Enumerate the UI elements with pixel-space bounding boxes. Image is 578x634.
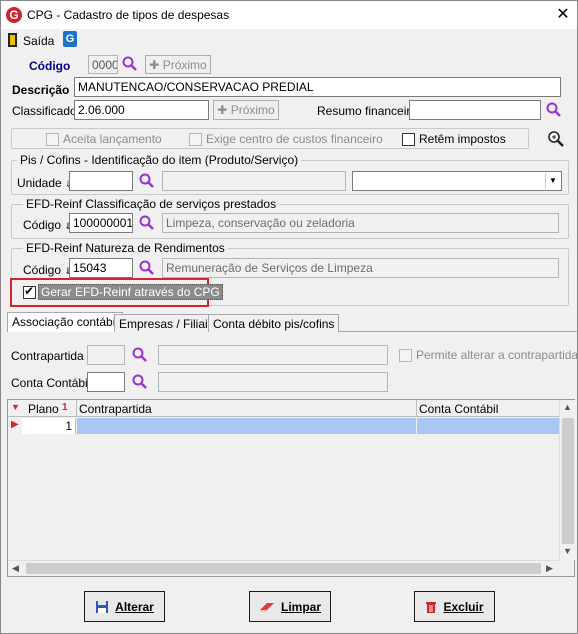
retem-checkbox[interactable] [402,133,415,146]
limpar-button[interactable]: Limpar [249,591,331,622]
codigo-input[interactable]: 00007 [88,55,118,74]
proximo2-button[interactable]: ✚ Próximo [213,100,279,120]
close-icon[interactable]: ✕ [551,4,575,26]
classificador-input[interactable]: 2.06.000 [74,100,209,120]
resumo-label: Resumo financeiro [317,104,418,118]
scroll-right-icon[interactable]: ▶ [546,563,553,574]
tab-associacao-contabil[interactable]: Associação contábil [7,312,124,332]
excluir-button[interactable]: Excluir [414,591,495,622]
grid-menu-icon[interactable]: ▼ [11,402,20,412]
exit-button[interactable]: Saída [7,32,57,50]
col-divider [416,400,417,417]
scroll-down-icon[interactable]: ▼ [563,546,572,556]
tab-conta-debito[interactable]: Conta débito pis/cofins [208,314,340,332]
window-title: CPG - Cadastro de tipos de despesas [27,8,230,22]
main-window: G CPG - Cadastro de tipos de despesas ✕ … [0,0,578,634]
conta-contabil-description [158,372,388,392]
pis-cofins-select[interactable]: ▼ [352,171,562,191]
scroll-left-icon[interactable]: ◀ [12,563,19,574]
limpar-label: Limpar [280,599,321,614]
conta-contabil-input[interactable] [87,372,125,392]
cell-plano[interactable]: 1 [22,418,76,434]
unidade-search-icon[interactable] [139,173,155,189]
efd-nat-description: Remuneração de Serviços de Limpeza [162,258,559,278]
excluir-label: Excluir [443,599,484,614]
chevron-down-icon[interactable]: ▼ [545,173,560,189]
contrapartida-search-icon[interactable] [132,347,148,363]
conta-contabil-label: Conta Contábil [11,376,91,390]
exige-checkbox[interactable] [189,133,202,146]
app-logo-icon: G [6,7,22,23]
eraser-icon [259,602,274,612]
proximo2-label: Próximo [230,103,275,117]
cell-conta[interactable] [417,418,559,434]
descricao-label: Descrição [12,83,70,97]
exit-label: Saída [23,34,55,48]
sort-badge-icon: 1 [62,402,68,413]
aceita-checkbox[interactable] [46,133,59,146]
alterar-label: Alterar [115,599,154,614]
codigo-search-icon[interactable] [122,56,138,72]
unidade-input[interactable] [69,171,133,191]
col-divider [76,400,77,417]
pis-cofins-title: Pis / Cofins - Identificação do item (Pr… [17,153,302,167]
gerar-efd-checkbox[interactable] [23,284,36,299]
resumo-search-icon[interactable] [546,102,562,118]
classificador-label: Classificador [12,104,81,118]
resumo-input[interactable] [409,100,541,120]
proximo-label: Próximo [162,58,207,72]
unidade-label: Unidade ⇓ [17,176,73,190]
retem-label: Retêm impostos [419,132,506,146]
save-icon [96,600,109,613]
efd-class-title: EFD-Reinf Classificação de serviços pres… [23,197,280,211]
door-exit-icon [8,33,17,47]
alterar-button[interactable]: Alterar [84,591,165,622]
gerar-efd-label: Gerar EFD-Reinf através do CPG [38,284,223,300]
vertical-scrollbar[interactable]: ▲ ▼ [559,400,575,560]
contrapartida-label: Contrapartida [11,349,84,363]
efd-nat-codigo-input[interactable]: 15043 [69,258,133,278]
scroll-thumb[interactable] [562,418,574,544]
help-icon[interactable]: G [63,31,77,47]
tab-empresas-filiais[interactable]: Empresas / Filiais [114,314,219,332]
efd-nat-search-icon[interactable] [139,260,155,276]
efd-class-description: Limpeza, conservação ou zeladoria [162,213,559,233]
associacao-grid: ▼ Plano 1 Contrapartida Conta Contábil ▶… [7,399,575,577]
permite-label: Permite alterar a contrapartida [416,348,578,362]
efd-class-codigo-label: Código ⇓ [23,218,72,232]
contrapartida-input[interactable] [87,345,125,365]
trash-icon [426,601,437,613]
horizontal-scrollbar[interactable]: ◀ ▶ [8,560,559,576]
table-row[interactable]: ▶ 1 [8,418,559,434]
exige-label: Exige centro de custos financeiro [206,132,383,146]
col-contrapartida-header[interactable]: Contrapartida [79,402,152,416]
proximo-button[interactable]: ✚ Próximo [145,55,211,74]
efd-nat-codigo-label: Código ⇓ [23,263,72,277]
cell-contrapartida[interactable] [77,418,416,434]
col-conta-header[interactable]: Conta Contábil [419,402,498,416]
row-indicator-icon: ▶ [11,419,19,430]
efd-class-codigo-input[interactable]: 100000001 [69,213,133,233]
plus-icon: ✚ [149,58,163,72]
conta-contabil-search-icon[interactable] [132,374,148,390]
scroll-up-icon[interactable]: ▲ [563,402,572,412]
descricao-input[interactable]: MANUTENCAO/CONSERVACAO PREDIAL [74,77,561,97]
contrapartida-description [158,345,388,365]
codigo-label: Código [29,59,71,73]
aceita-label: Aceita lançamento [63,132,162,146]
hscroll-thumb[interactable] [26,563,541,574]
col-plano-header[interactable]: Plano [28,402,59,416]
efd-class-search-icon[interactable] [139,215,155,231]
permite-checkbox[interactable] [399,349,412,362]
zoom-icon[interactable] [547,130,565,148]
efd-nat-title: EFD-Reinf Natureza de Rendimentos [23,241,228,255]
plus-icon: ✚ [217,103,231,117]
unidade-description [162,171,346,191]
